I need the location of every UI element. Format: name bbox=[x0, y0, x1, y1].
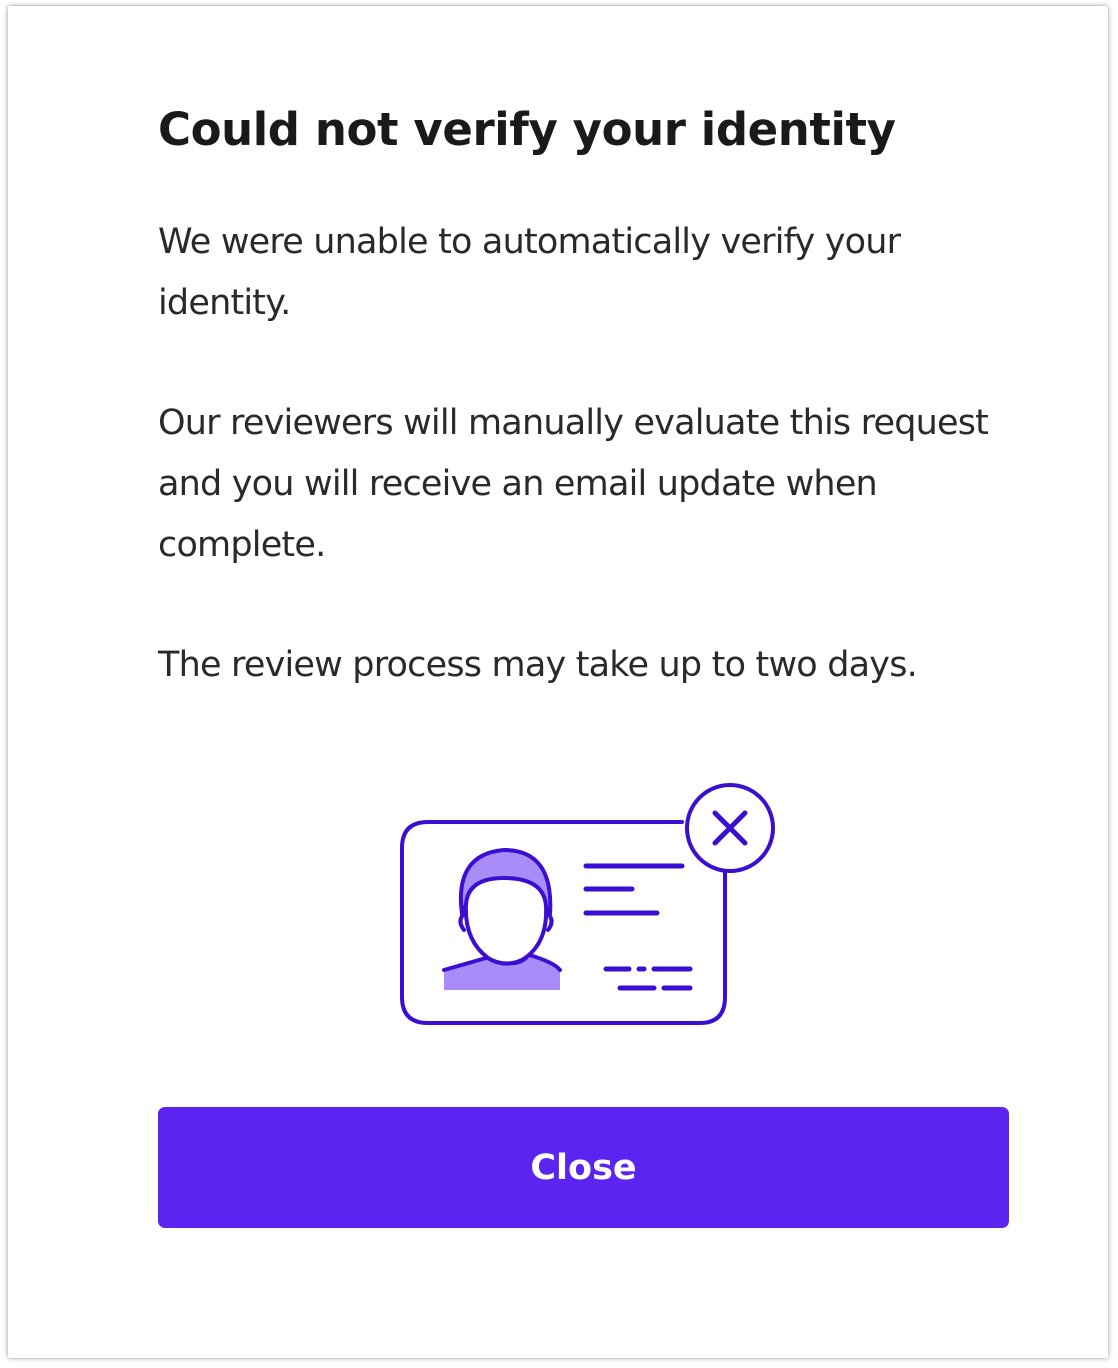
id-card-outline bbox=[400, 820, 727, 1025]
person-face bbox=[463, 876, 549, 966]
dialog-title: Could not verify your identity bbox=[158, 103, 896, 156]
id-card-failed-icon bbox=[400, 783, 775, 1025]
close-button[interactable]: Close bbox=[158, 1107, 1009, 1228]
dialog-message-duration: The review process may take up to two da… bbox=[158, 645, 918, 685]
close-x-badge-icon bbox=[685, 783, 775, 873]
verification-failed-dialog: Could not verify your identity We were u… bbox=[8, 6, 1108, 1358]
dialog-message-review: Our reviewers will manually evaluate thi… bbox=[158, 403, 989, 565]
dialog-message-unable: We were unable to automatically verify y… bbox=[158, 222, 901, 323]
id-card-text-lines bbox=[583, 863, 693, 991]
